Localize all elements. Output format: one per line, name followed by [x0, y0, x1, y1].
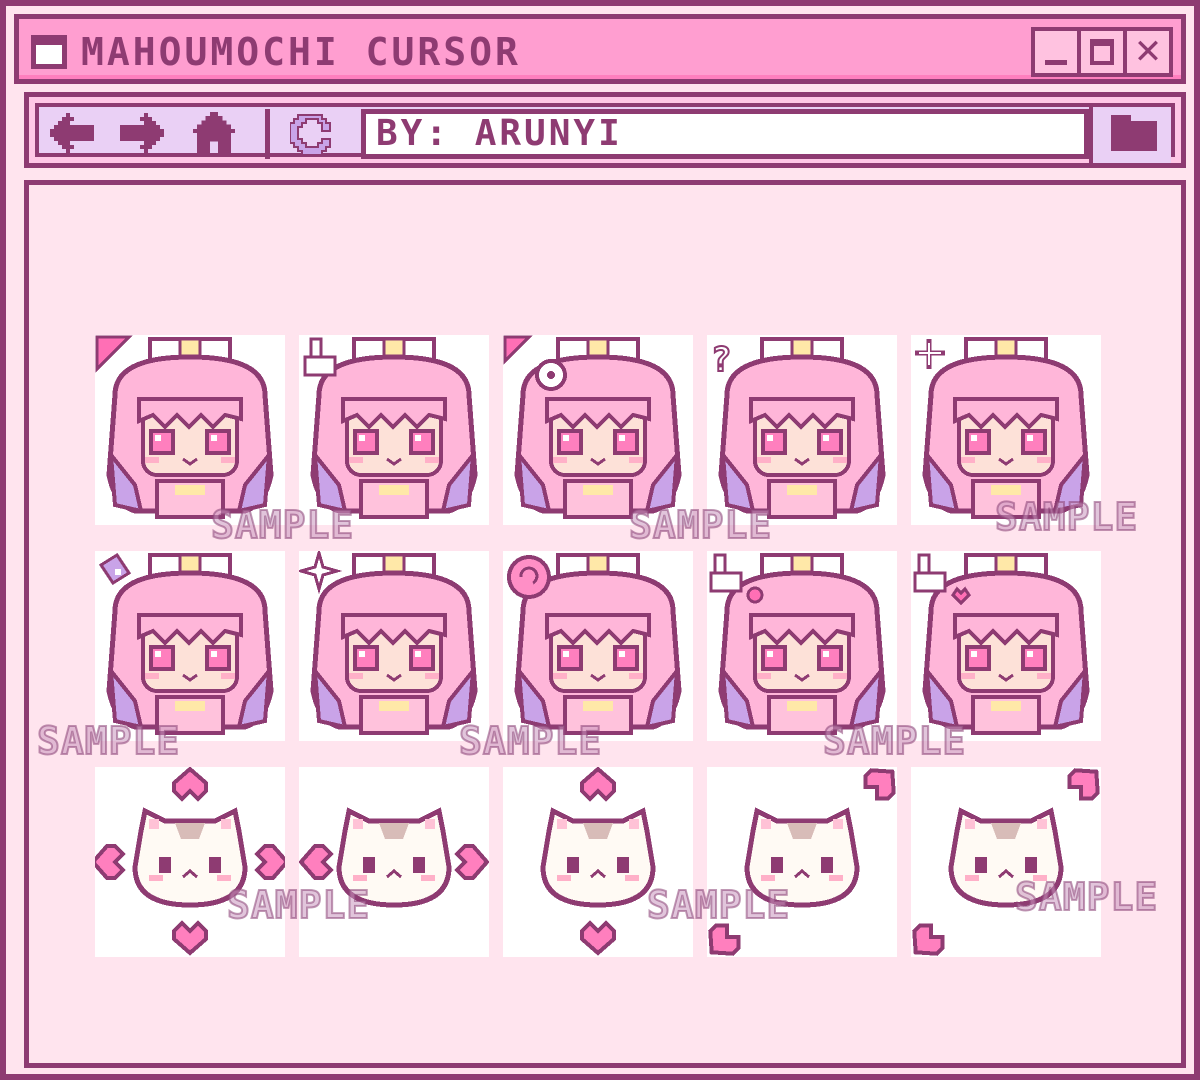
close-button[interactable]: ✕: [1127, 31, 1169, 73]
girl-cursor-normal-tile[interactable]: [95, 335, 285, 525]
address-bar[interactable]: BY: ARUNYI: [361, 109, 1089, 159]
window-icon: [31, 35, 67, 69]
four-heart-arrows-icon: [95, 767, 285, 957]
toolbar-inner: BY: ARUNYI: [35, 103, 1175, 163]
cat-cursor-vertical-resize-tile[interactable]: [503, 767, 693, 957]
swirl-icon: [503, 551, 693, 741]
maximize-button[interactable]: [1081, 31, 1127, 73]
minimize-icon: [1045, 60, 1067, 65]
girl-cursor-working-tile[interactable]: [503, 551, 693, 741]
refresh-button[interactable]: [287, 111, 337, 157]
home-icon: [193, 112, 235, 154]
refresh-icon: [288, 113, 332, 157]
cat-cursor-move-tile[interactable]: [95, 767, 285, 957]
toolbar: BY: ARUNYI: [24, 92, 1186, 168]
up-down-hearts-icon: [503, 767, 693, 957]
pointing-hand-icon: [299, 335, 489, 525]
crosshair-icon: [911, 335, 1101, 525]
clock-icon: [503, 335, 693, 525]
window-controls: ✕: [1031, 27, 1173, 77]
window-title: MAHOUMOCHI CURSOR: [81, 30, 521, 74]
girl-cursor-handwriting-tile[interactable]: [95, 551, 285, 741]
hand-with-heart-icon: [911, 551, 1101, 741]
girl-cursor-person-tile[interactable]: [911, 551, 1101, 741]
cat-cursor-diagonal-resize-2-tile[interactable]: [911, 767, 1101, 957]
arrow-pointer-icon: [95, 335, 285, 525]
girl-cursor-unavailable-tile[interactable]: [299, 551, 489, 741]
title-bar[interactable]: MAHOUMOCHI CURSOR ✕: [14, 14, 1186, 84]
folder-icon: [1111, 121, 1157, 151]
toolbar-separator: [265, 109, 270, 159]
girl-cursor-precision-tile[interactable]: [911, 335, 1101, 525]
diagonal-hearts-icon: [911, 767, 1101, 957]
cursor-preview-panel: ? SAMPLE SAMPLE SAMPLE SAMPLE SAMPLE SAM…: [24, 180, 1186, 1068]
left-right-hearts-icon: [299, 767, 489, 957]
back-button[interactable]: [47, 111, 97, 155]
minimize-button[interactable]: [1035, 31, 1081, 73]
arrow-left-icon: [50, 113, 94, 153]
girl-cursor-pin-tile[interactable]: [707, 551, 897, 741]
hand-with-pin-icon: [707, 551, 897, 741]
address-input[interactable]: BY: ARUNYI: [376, 114, 623, 154]
cursor-window: MAHOUMOCHI CURSOR ✕ BY: ARUNYI ? SAMPLE …: [0, 0, 1200, 1080]
arrow-right-icon: [120, 113, 164, 153]
girl-cursor-busy-tile[interactable]: [503, 335, 693, 525]
sparkle-icon: [299, 551, 489, 741]
folder-button[interactable]: [1089, 107, 1171, 163]
cat-cursor-diagonal-resize-1-tile[interactable]: [707, 767, 897, 957]
home-button[interactable]: [189, 111, 239, 155]
question-icon: ?: [707, 335, 897, 525]
maximize-icon: [1090, 39, 1114, 65]
forward-button[interactable]: [117, 111, 167, 155]
girl-cursor-link-hand-tile[interactable]: [299, 335, 489, 525]
girl-cursor-help-tile[interactable]: ?: [707, 335, 897, 525]
pencil-icon: [95, 551, 285, 741]
close-icon: ✕: [1133, 32, 1163, 72]
cat-cursor-horizontal-resize-tile[interactable]: [299, 767, 489, 957]
svg-text:?: ?: [711, 340, 731, 380]
diagonal-hearts-icon: [707, 767, 897, 957]
